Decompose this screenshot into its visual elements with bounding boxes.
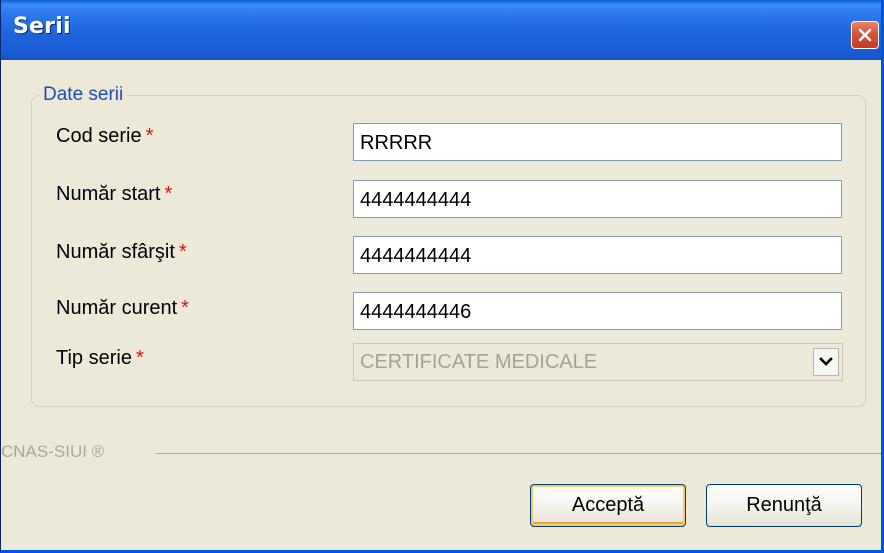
numar-start-label-text: Număr start xyxy=(56,183,161,205)
tip-serie-value: CERTIFICATE MEDICALE xyxy=(360,351,598,373)
cancel-button-label: Renunţă xyxy=(746,494,822,516)
numar-curent-input[interactable]: 4444444446 xyxy=(353,292,842,330)
numar-sfarsit-input[interactable]: 4444444444 xyxy=(353,236,842,274)
numar-start-value: 4444444444 xyxy=(360,189,472,211)
tip-serie-label: Tip serie * xyxy=(56,347,144,370)
required-marker: * xyxy=(145,125,154,147)
cancel-button[interactable]: Renunţă xyxy=(706,484,862,527)
close-icon xyxy=(858,28,872,42)
numar-start-label: Număr start * xyxy=(56,183,172,206)
dropdown-button[interactable] xyxy=(813,348,839,376)
footer-label: CNAS-SIUI ® xyxy=(1,442,105,461)
cod-serie-label-text: Cod serie xyxy=(56,125,142,147)
tip-serie-select[interactable]: CERTIFICATE MEDICALE xyxy=(353,343,843,381)
required-marker: * xyxy=(181,297,189,319)
accept-button[interactable]: Acceptă xyxy=(530,484,686,527)
accept-button-label: Acceptă xyxy=(571,494,645,516)
dialog-window: Serii Date serii Cod serie * RRRRR Număr … xyxy=(0,0,884,553)
numar-sfarsit-label-text: Număr sfârşit xyxy=(56,241,175,263)
required-marker: * xyxy=(135,347,144,369)
cod-serie-input[interactable]: RRRRR xyxy=(353,123,842,161)
tip-serie-label-text: Tip serie xyxy=(56,347,132,369)
group-legend: Date serii xyxy=(39,84,128,106)
required-marker: * xyxy=(164,183,173,205)
numar-start-input[interactable]: 4444444444 xyxy=(353,180,842,218)
required-marker: * xyxy=(178,241,187,263)
numar-sfarsit-value: 4444444444 xyxy=(360,245,472,267)
chevron-down-icon xyxy=(819,357,833,366)
cod-serie-label: Cod serie * xyxy=(56,125,153,148)
dialog-body: Date serii Cod serie * RRRRR Număr start *… xyxy=(1,60,881,550)
window-title: Serii xyxy=(13,14,71,39)
cod-serie-value: RRRRR xyxy=(360,132,433,154)
numar-sfarsit-label: Număr sfârşit * xyxy=(56,241,187,264)
numar-curent-label: Număr curent * xyxy=(56,297,189,320)
footer-divider xyxy=(156,453,881,454)
numar-curent-label-text: Număr curent xyxy=(56,297,178,319)
numar-curent-value: 4444444446 xyxy=(360,301,472,323)
title-bar[interactable]: Serii xyxy=(1,0,881,60)
close-button[interactable] xyxy=(851,21,879,49)
